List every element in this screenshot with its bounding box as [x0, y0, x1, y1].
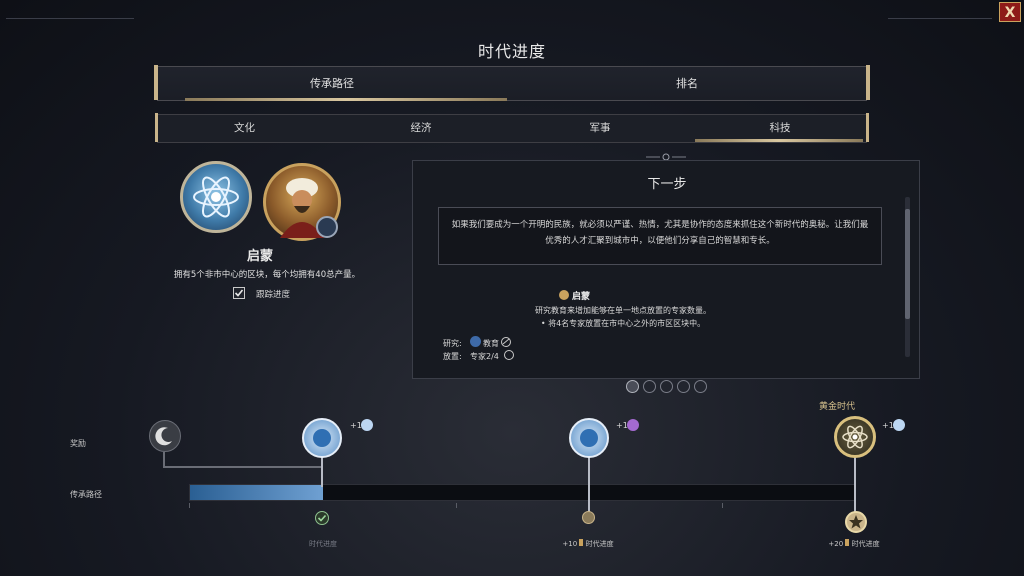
- sub-tab-bar: 文化 经济 军事 科技: [155, 113, 869, 143]
- milestone-marker-1: [315, 511, 329, 525]
- moon-icon: [155, 427, 172, 446]
- pager-dot-5[interactable]: [694, 380, 707, 393]
- specialist-icon: [316, 216, 338, 238]
- next-step-title: 下一步: [647, 177, 687, 192]
- corner-ornament-left: [6, 18, 134, 19]
- tab-ranking[interactable]: 排名: [507, 67, 867, 100]
- next-step-panel: 下一步 如果我们要成为一个开明的民族，就必须以严谨、热情，尤其是协作的态度来抓住…: [412, 160, 920, 379]
- pager-dot-3[interactable]: [660, 380, 673, 393]
- science-icon: [361, 419, 373, 431]
- panel-scrollbar[interactable]: [905, 197, 910, 357]
- milestone-description: 拥有5个非市中心的区块，每个均拥有40总产量。: [173, 270, 361, 280]
- reward-node-2[interactable]: [569, 418, 609, 458]
- rewards-label: 奖励: [70, 439, 86, 448]
- legacy-path-label: 传承路径: [70, 490, 102, 499]
- track-tick: [456, 503, 457, 508]
- milestone-emblem: [180, 161, 252, 233]
- specialist-icon: [313, 429, 331, 447]
- place-value: 专家2/4: [470, 352, 499, 361]
- milestone-label-1-text: 时代进度: [309, 540, 337, 548]
- track-progress-checkbox[interactable]: [233, 287, 245, 299]
- track-tick: [722, 503, 723, 508]
- milestone-label-2-text: 时代进度: [585, 540, 614, 548]
- specialist-icon: [580, 429, 598, 447]
- active-tab-underline: [185, 98, 507, 101]
- milestone-small-icon: [559, 290, 569, 300]
- track-progress-label: 跟踪进度: [256, 290, 291, 300]
- reward-connector-1: [321, 455, 323, 487]
- subtab-cap-right: [866, 113, 869, 142]
- corner-ornament-right: [888, 18, 992, 19]
- page-title: 时代进度: [477, 42, 546, 61]
- active-subtab-underline: [695, 139, 863, 142]
- leader-portrait: [263, 163, 341, 241]
- culture-icon: [627, 419, 639, 431]
- science-icon: [893, 419, 905, 431]
- main-tab-bar: 传承路径 排名: [154, 65, 870, 101]
- milestone-label-3-amount: +20: [828, 540, 844, 548]
- milestone-label-2-amount: +10: [562, 540, 578, 548]
- reward-connector-3: [854, 455, 856, 515]
- atom-icon: [842, 425, 868, 449]
- reward-bonus-3: +1: [882, 421, 894, 430]
- task-description: 研究教育来增加能够在单一地点放置的专家数量。: [535, 306, 711, 315]
- subtab-science[interactable]: 科技: [695, 115, 865, 142]
- start-connector: [163, 452, 165, 466]
- milestone-marker-2: [582, 511, 595, 524]
- research-label: 研究:: [443, 339, 462, 348]
- atom-icon: [193, 176, 239, 218]
- place-pending-icon: [504, 350, 514, 360]
- pager-dot-4[interactable]: [677, 380, 690, 393]
- flavor-quote: 如果我们要成为一个开明的民族，就必须以严谨、热情，尤其是协作的态度来抓住这个新时…: [438, 207, 882, 265]
- milestone-name: 启蒙: [246, 249, 273, 264]
- reward-bonus-2: +1: [616, 421, 628, 430]
- legacy-progress-fill: [190, 485, 323, 500]
- track-tick: [189, 503, 190, 508]
- subtab-economy[interactable]: 经济: [332, 115, 510, 142]
- golden-age-label: 黄金时代: [818, 402, 855, 412]
- check-icon: [234, 289, 244, 297]
- subtab-culture[interactable]: 文化: [157, 115, 332, 142]
- tab-legacy-path[interactable]: 传承路径: [157, 67, 507, 100]
- start-node: [149, 420, 181, 452]
- legacy-progress-bar: [189, 484, 856, 501]
- reward-bonus-1: +1: [350, 421, 362, 430]
- tech-icon: [470, 336, 481, 347]
- milestone-label-2: +10 时代进度: [548, 539, 628, 549]
- reward-node-1[interactable]: [302, 418, 342, 458]
- milestone-label-1: 时代进度: [283, 539, 363, 549]
- milestone-label-3-text: 时代进度: [851, 540, 880, 548]
- golden-age-node[interactable]: [834, 416, 876, 458]
- check-icon: [317, 514, 327, 522]
- task-heading: 启蒙: [559, 289, 603, 303]
- research-value: 教育: [483, 339, 499, 348]
- pager-dot-1[interactable]: [626, 380, 639, 393]
- scrollbar-thumb[interactable]: [905, 209, 910, 319]
- task-title: 启蒙: [572, 292, 591, 302]
- star-icon: [849, 515, 863, 529]
- start-connector-h: [163, 466, 323, 468]
- subtab-military[interactable]: 军事: [510, 115, 690, 142]
- era-hourglass-icon: [845, 539, 850, 546]
- milestone-label-3: +20 时代进度: [814, 539, 894, 549]
- era-hourglass-icon: [579, 539, 584, 546]
- task-bullet: • 将4名专家放置在市中心之外的市区区块中。: [540, 319, 706, 328]
- pager-dot-2[interactable]: [643, 380, 656, 393]
- reward-connector-2: [588, 455, 590, 515]
- place-label: 放置:: [443, 352, 462, 361]
- milestone-marker-3: [845, 511, 867, 533]
- close-button[interactable]: X: [999, 2, 1021, 22]
- research-complete-icon: [501, 337, 511, 347]
